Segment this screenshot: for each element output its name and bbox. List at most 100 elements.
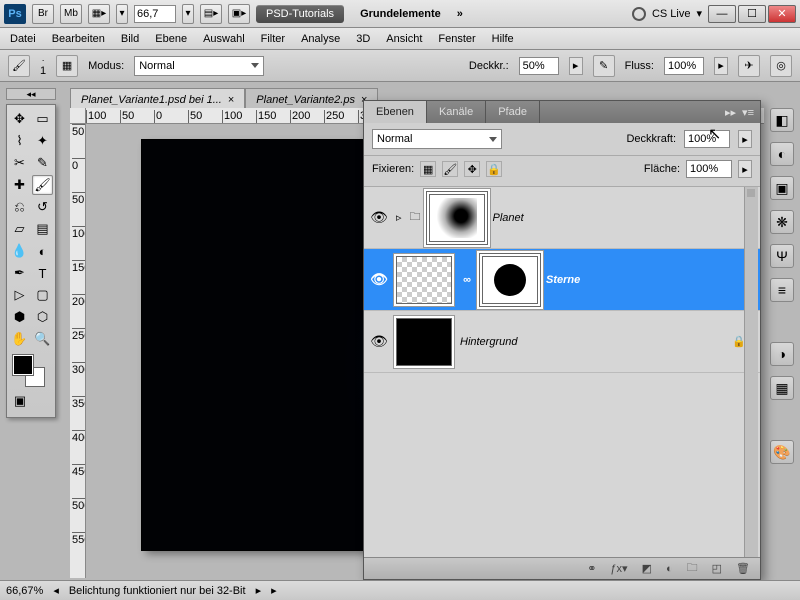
layer-blend-select[interactable]: Normal [372,129,502,149]
menu-ebene[interactable]: Ebene [155,33,187,45]
shape-tool[interactable]: ▢ [32,285,53,305]
zoom-arrow-2[interactable]: ▾ [182,4,194,24]
status-menu-arrow[interactable]: ▸ [271,584,277,597]
menu-auswahl[interactable]: Auswahl [203,33,245,45]
visibility-icon[interactable]: 👁 [370,333,388,350]
menu-fenster[interactable]: Fenster [438,33,475,45]
scrollbar[interactable] [744,187,758,557]
3d-camera-tool[interactable]: ⬡ [32,307,53,327]
menu-bild[interactable]: Bild [121,33,139,45]
layers-panel-icon[interactable]: ◧ [770,108,794,132]
airbrush-icon[interactable]: ✈ [738,55,760,77]
color-swatches[interactable] [9,355,53,387]
cslive-arrow[interactable]: ▾ [696,7,702,20]
tool-preset-icon[interactable]: 🖌 [8,55,30,77]
view-extras-button[interactable]: ▦▸ [88,4,110,24]
path-select-tool[interactable]: ▷ [9,285,30,305]
workspace-button[interactable]: PSD-Tutorials [256,5,344,23]
color-panel-icon[interactable]: 🎨 [770,440,794,464]
arrange-button[interactable]: ▤▸ [200,4,222,24]
blur-tool[interactable]: 💧 [9,241,30,261]
more-icon[interactable]: » [457,8,463,20]
new-group-icon[interactable]: 🗀 [687,559,698,578]
fx-icon[interactable]: ƒx▾ [610,562,627,575]
stamp-tool[interactable]: ⎌ [9,197,30,217]
zoom-tool[interactable]: 🔍 [32,329,53,349]
doctab-1[interactable]: Planet_Variante1.psd bei 1...× [70,88,245,110]
new-layer-icon[interactable]: ◰ [712,562,722,575]
lock-pixels-icon[interactable]: 🖌 [442,161,458,177]
menu-analyse[interactable]: Analyse [301,33,340,45]
adjustment-layer-icon[interactable]: ◐ [666,563,673,575]
history-panel-icon[interactable]: ◑ [770,342,794,366]
swatches-panel-icon[interactable]: ▦ [770,376,794,400]
bridge-button[interactable]: Br [32,4,54,24]
collapse-icon[interactable]: ▸▸ [725,106,736,119]
lock-position-icon[interactable]: ✥ [464,161,480,177]
adjustments-panel-icon[interactable]: ◐ [770,142,794,166]
eyedropper-tool[interactable]: ✎ [32,153,53,173]
menu-ansicht[interactable]: Ansicht [386,33,422,45]
layer-opacity-input[interactable]: 100% [684,130,730,148]
layer-mask-thumb[interactable] [482,256,538,304]
layer-thumb[interactable] [396,256,452,304]
layer-row-hintergrund[interactable]: 👁 Hintergrund 🔒 [364,311,760,373]
layer-fill-input[interactable]: 100% [686,160,732,178]
menu-3d[interactable]: 3D [356,33,370,45]
styles-panel-icon[interactable]: ❋ [770,210,794,234]
layer-name[interactable]: Sterne [546,274,580,286]
layer-thumb[interactable] [396,318,452,366]
layer-row-sterne[interactable]: 👁 ∞ Sterne [364,249,760,311]
dodge-tool[interactable]: ◐ [32,241,53,261]
status-zoom[interactable]: 66,67% [6,585,43,597]
quickmask-tool[interactable]: ▣ [9,391,31,411]
minibridge-button[interactable]: Mb [60,4,82,24]
doctab-2[interactable]: Planet_Variante2.ps× [245,88,378,110]
character-panel-icon[interactable]: Ψ [770,244,794,268]
history-brush-tool[interactable]: ↺ [32,197,53,217]
fg-color-swatch[interactable] [13,355,33,375]
zoom-input[interactable] [134,5,176,23]
layer-row-planet[interactable]: 👁 ▹ 🗀 Planet [364,187,760,249]
panel-menu-icon[interactable]: ▾≡ [742,106,754,119]
opacity-arrow[interactable]: ▸ [569,57,583,75]
tab-ebenen[interactable]: Ebenen [364,101,427,123]
pen-tool[interactable]: ✒ [9,263,30,283]
tab-kanaele[interactable]: Kanäle [427,101,486,123]
maximize-button[interactable]: ☐ [738,5,766,23]
layer-name[interactable]: Planet [493,212,524,224]
eraser-tool[interactable]: ▱ [9,219,30,239]
visibility-icon[interactable]: 👁 [370,209,388,226]
visibility-icon[interactable]: 👁 [370,271,388,288]
delete-layer-icon[interactable]: 🗑 [736,562,750,575]
blend-mode-select[interactable]: Normal [134,56,264,76]
scroll-up-icon[interactable] [747,189,755,197]
wand-tool[interactable]: ✦ [32,131,53,151]
move-tool[interactable]: ✥ [9,109,30,129]
status-arrow-right[interactable]: ▸ [256,584,262,597]
gradient-tool[interactable]: ▤ [32,219,53,239]
zoom-arrow[interactable]: ▾ [116,4,128,24]
flow-input[interactable]: 100% [664,57,704,75]
heal-tool[interactable]: ✚ [9,175,30,195]
tablet-opacity-icon[interactable]: ✎ [593,55,615,77]
disclosure-icon[interactable]: ▹ [396,211,402,224]
screenmode-button[interactable]: ▣▸ [228,4,250,24]
docset-label[interactable]: Grundelemente [350,5,451,23]
status-arrow-left[interactable]: ◂ [53,584,59,597]
3d-tool[interactable]: ⬢ [9,307,30,327]
flow-arrow[interactable]: ▸ [714,57,728,75]
menu-filter[interactable]: Filter [261,33,285,45]
3d-panel-icon[interactable]: ▣ [770,176,794,200]
crop-tool[interactable]: ✂ [9,153,30,173]
close-icon[interactable]: × [228,94,234,106]
hand-tool[interactable]: ✋ [9,329,30,349]
lock-transparency-icon[interactable]: ▦ [420,161,436,177]
brush-size-hint[interactable]: ·1 [40,55,46,77]
marquee-tool[interactable]: ▭ [32,109,53,129]
tablet-size-icon[interactable]: ◎ [770,55,792,77]
canvas[interactable] [142,140,372,550]
menu-hilfe[interactable]: Hilfe [492,33,514,45]
layer-mask-thumb[interactable] [429,194,485,242]
lasso-tool[interactable]: ⌇ [9,131,30,151]
